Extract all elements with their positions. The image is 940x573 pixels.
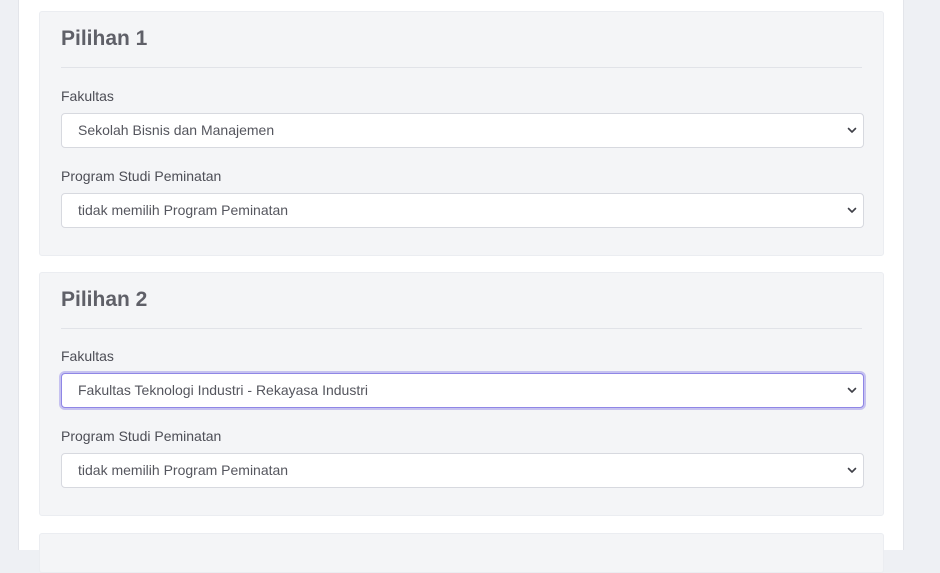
chevron-down-icon <box>847 207 857 213</box>
chevron-down-icon <box>847 467 857 473</box>
pilihan-1-card: Pilihan 1 Fakultas Sekolah Bisnis dan Ma… <box>39 11 884 256</box>
chevron-down-icon <box>847 127 857 133</box>
pilihan-2-fakultas-select[interactable]: Fakultas Teknologi Industri - Rekayasa I… <box>61 373 864 408</box>
pilihan-2-fakultas-label: Fakultas <box>61 348 114 364</box>
pilihan-2-card: Pilihan 2 Fakultas Fakultas Teknologi In… <box>39 272 884 516</box>
pilihan-1-prodi-value: tidak memilih Program Peminatan <box>78 202 289 218</box>
pilihan-1-prodi-label: Program Studi Peminatan <box>61 168 222 184</box>
pilihan-2-divider <box>61 328 862 329</box>
pilihan-1-fakultas-value: Sekolah Bisnis dan Manajemen <box>78 122 275 138</box>
pilihan-1-divider <box>61 67 862 68</box>
pilihan-1-fakultas-select[interactable]: Sekolah Bisnis dan Manajemen <box>61 113 864 148</box>
pilihan-2-title: Pilihan 2 <box>61 288 148 311</box>
pilihan-1-prodi-select[interactable]: tidak memilih Program Peminatan <box>61 193 864 228</box>
pilihan-1-fakultas-label: Fakultas <box>61 88 114 104</box>
pilihan-3-card-partial <box>39 533 884 573</box>
pilihan-1-title: Pilihan 1 <box>61 27 148 50</box>
pilihan-2-prodi-label: Program Studi Peminatan <box>61 428 222 444</box>
pilihan-2-prodi-value: tidak memilih Program Peminatan <box>78 462 289 478</box>
pilihan-2-prodi-select[interactable]: tidak memilih Program Peminatan <box>61 453 864 488</box>
pilihan-2-fakultas-value: Fakultas Teknologi Industri - Rekayasa I… <box>78 382 368 398</box>
chevron-down-icon <box>847 387 857 393</box>
